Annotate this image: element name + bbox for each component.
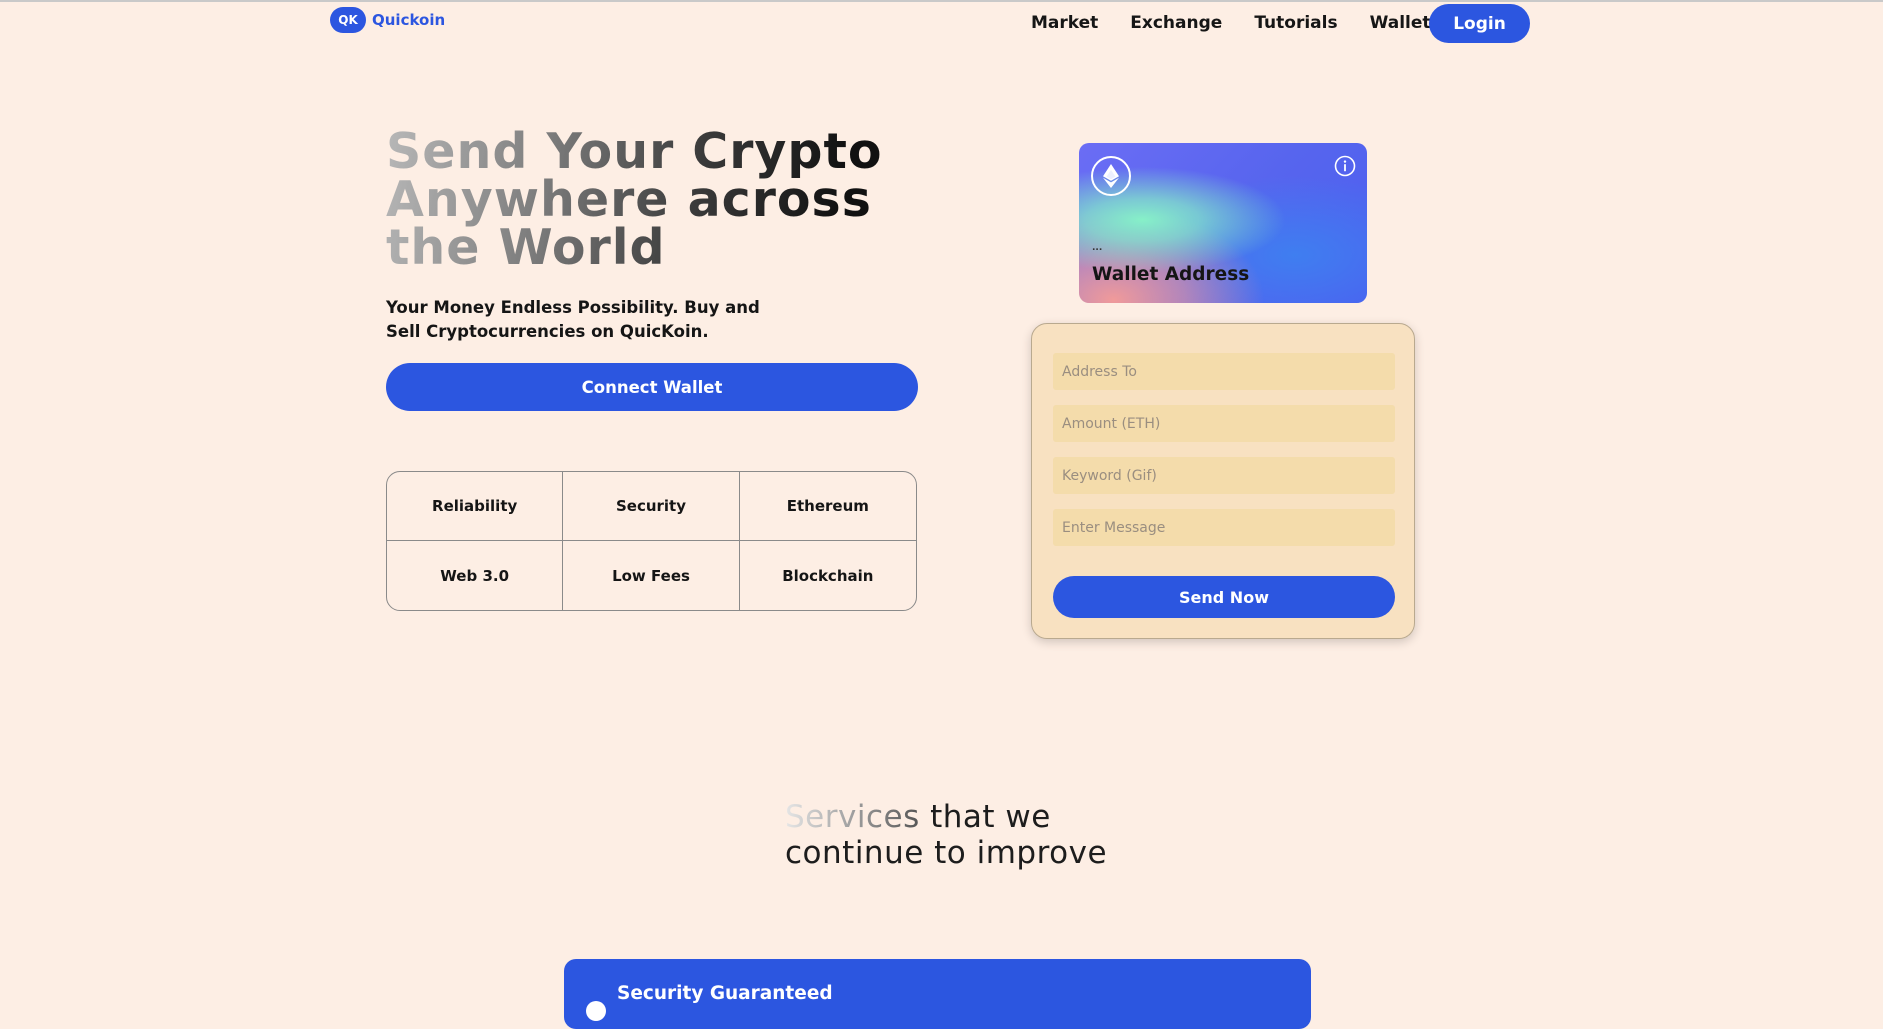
nav-link-exchange[interactable]: Exchange: [1130, 13, 1222, 33]
send-now-button[interactable]: Send Now: [1053, 576, 1395, 618]
keyword-input[interactable]: [1053, 457, 1395, 494]
service-card-security[interactable]: Security Guaranteed: [564, 959, 1311, 1029]
logo[interactable]: QK Quickoin: [330, 7, 445, 33]
info-icon[interactable]: [1334, 155, 1356, 177]
shield-icon: [586, 1001, 606, 1021]
feature-ethereum: Ethereum: [739, 472, 916, 541]
logo-badge: QK: [330, 7, 366, 33]
feature-web3: Web 3.0: [387, 541, 564, 610]
feature-low-fees: Low Fees: [563, 541, 740, 610]
connect-wallet-button[interactable]: Connect Wallet: [386, 363, 918, 411]
nav-link-tutorials[interactable]: Tutorials: [1254, 13, 1337, 33]
services-title-rest: that we: [919, 799, 1051, 835]
wallet-card: ... Wallet Address: [1079, 143, 1367, 303]
login-button[interactable]: Login: [1429, 4, 1530, 43]
address-to-input[interactable]: [1053, 353, 1395, 390]
services-title: Services that we continue to improve: [785, 799, 1145, 871]
wallet-address-short: ...: [1092, 243, 1103, 253]
feature-blockchain: Blockchain: [782, 566, 874, 585]
main-nav: Market Exchange Tutorials Wallets: [1031, 0, 1441, 46]
features-grid: Reliability Security Ethereum Web 3.0 Lo…: [386, 471, 917, 611]
feature-reliability: Reliability: [387, 472, 564, 541]
wallet-address-label: Wallet Address: [1092, 264, 1250, 285]
service-card-title: Security Guaranteed: [617, 983, 833, 1004]
nav-link-market[interactable]: Market: [1031, 13, 1098, 33]
amount-input[interactable]: [1053, 405, 1395, 442]
services-title-line2: continue to improve: [785, 835, 1108, 871]
top-divider: [0, 0, 1883, 2]
logo-text: Quickoin: [372, 11, 446, 29]
send-form: Send Now: [1031, 323, 1415, 639]
ethereum-icon: [1091, 156, 1131, 196]
hero-subtitle: Your Money Endless Possibility. Buy and …: [386, 298, 760, 341]
hero-title: Send Your Crypto Anywhere across the Wor…: [386, 127, 946, 272]
services-title-faded: Services: [785, 799, 920, 835]
feature-security: Security: [563, 472, 740, 541]
message-input[interactable]: [1053, 509, 1395, 546]
